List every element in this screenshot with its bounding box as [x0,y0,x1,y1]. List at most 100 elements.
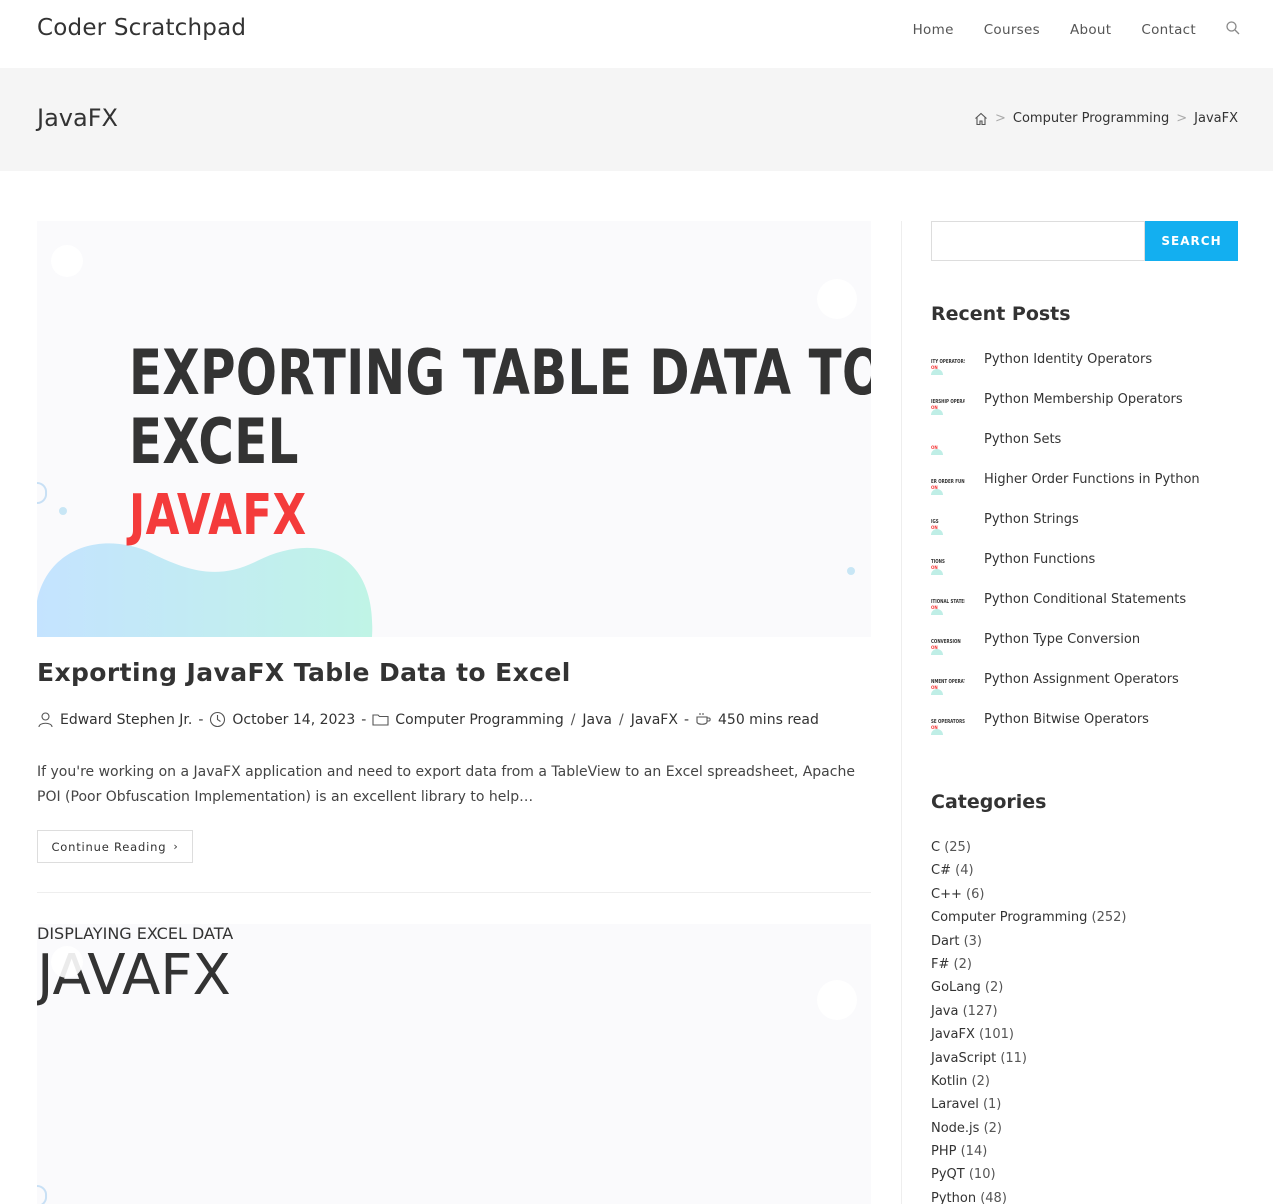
nav-about[interactable]: About [1070,22,1111,38]
post-featured-image[interactable]: DISPLAYING EXCEL DATA JAVAFX [37,924,871,1204]
continue-reading-button[interactable]: Continue Reading › [37,830,193,863]
category-link[interactable]: Computer Programming [931,910,1087,925]
category-link[interactable]: Laravel [931,1097,979,1112]
breadcrumb-separator: > [1176,111,1188,126]
category-count: (4) [955,863,974,879]
category-item: Dart (3) [931,934,1238,957]
breadcrumb-computer-programming[interactable]: Computer Programming [1013,111,1169,126]
thumbnail-blob [931,729,943,735]
category-link[interactable]: C++ [931,887,962,902]
breadcrumb-current: JavaFX [1194,111,1238,126]
category-link[interactable]: C [931,840,940,855]
category-link[interactable]: Python [931,1191,976,1204]
category-count: (10) [968,1167,996,1183]
category-item: Computer Programming (252) [931,910,1238,933]
category-item: Python (48) [931,1191,1238,1204]
category-link[interactable]: JavaScript [931,1051,996,1066]
recent-post-link[interactable]: Python Functions [984,552,1095,567]
category-count: (2) [953,956,972,972]
category-link[interactable]: Kotlin [931,1074,967,1089]
post-category-link[interactable]: JavaFX [631,712,678,728]
recent-post-link[interactable]: Python Sets [984,432,1061,447]
clock-icon [210,711,226,728]
recent-post-link[interactable]: Python Identity Operators [984,352,1152,367]
recent-post-item[interactable]: ER ORDER FUNCTIONSON Higher Order Functio… [931,469,1238,509]
recent-post-link[interactable]: Python Membership Operators [984,392,1183,407]
category-count: (101) [978,1027,1014,1043]
category-link[interactable]: F# [931,957,949,972]
recent-post-item[interactable]: SE OPERATORS ON Python Bitwise Operators [931,709,1238,749]
recent-post-item[interactable]: TIONS ON Python Functions [931,549,1238,589]
recent-post-thumbnail[interactable]: ON [931,435,973,469]
recent-post-item[interactable]: NMENT OPERATORSON Python Assignment Opera… [931,669,1238,709]
sidebar-divider [901,221,902,1204]
recent-post-link[interactable]: Python Bitwise Operators [984,712,1149,727]
post-title[interactable]: Exporting JavaFX Table Data to Excel [37,658,571,687]
thumbnail-blob [931,689,943,695]
category-item: GoLang (2) [931,980,1238,1003]
folder-icon [372,714,389,726]
recent-post-thumbnail[interactable]: CONVERSION ON [931,635,973,669]
meta-separator: - [683,711,689,728]
recent-post-thumbnail[interactable]: IGS ON [931,515,973,549]
decorative-shapes [37,946,857,1204]
category-link[interactable]: Dart [931,934,959,949]
recent-post-thumbnail[interactable]: SE OPERATORS ON [931,715,973,749]
post-category-link[interactable]: Computer Programming [395,712,563,728]
recent-post-link[interactable]: Python Strings [984,512,1079,527]
recent-post-thumbnail[interactable]: ITY OPERATORS ON [931,355,973,389]
coffee-cup-icon [696,713,711,725]
thumbnail-blob [931,409,943,415]
recent-post-item[interactable]: ITIONAL STATEMENTON Python Conditional St… [931,589,1238,629]
recent-post-link[interactable]: Python Type Conversion [984,632,1140,647]
category-count: (48) [980,1190,1007,1204]
recent-post-item[interactable]: CONVERSION ON Python Type Conversion [931,629,1238,669]
search-icon[interactable] [1226,21,1240,35]
post-author[interactable]: Edward Stephen Jr. [60,712,192,728]
recent-post-thumbnail[interactable]: NMENT OPERATORSON [931,675,973,709]
recent-post-thumbnail[interactable]: TIONS ON [931,555,973,589]
recent-post-link[interactable]: Python Assignment Operators [984,672,1179,687]
category-count: (2) [983,1120,1003,1136]
recent-post-link[interactable]: Higher Order Functions in Python [984,472,1200,487]
category-link[interactable]: JavaFX [931,1027,975,1042]
site-title[interactable]: Coder Scratchpad [37,15,246,41]
search-input[interactable] [931,221,1145,261]
nav-contact[interactable]: Contact [1141,22,1196,38]
nav-home[interactable]: Home [913,22,954,38]
thumbnail-blob [931,569,943,575]
recent-post-thumbnail[interactable]: ER ORDER FUNCTIONSON [931,475,973,509]
post-divider [37,892,871,893]
category-item: C++ (6) [931,887,1238,910]
main-nav: Home Courses About Contact [883,21,1240,38]
post-read-time: 450 mins read [718,711,819,728]
category-item: Java (127) [931,1004,1238,1027]
recent-post-item[interactable]: IERSHIP OPERATORSON Python Membership Ope… [931,389,1238,429]
recent-post-item[interactable]: IGS ON Python Strings [931,509,1238,549]
recent-post-thumbnail[interactable]: IERSHIP OPERATORSON [931,395,973,429]
category-link[interactable]: PyQT [931,1167,965,1182]
recent-post-link[interactable]: Python Conditional Statements [984,592,1186,607]
recent-posts-list: ITY OPERATORS ON Python Identity Operators… [931,349,1238,749]
category-separator: / [619,711,624,728]
recent-post-item[interactable]: ITY OPERATORS ON Python Identity Operators [931,349,1238,389]
post-category-link[interactable]: Java [582,712,612,728]
category-count: (252) [1091,910,1127,926]
category-link[interactable]: PHP [931,1144,956,1159]
thumbnail-blob [931,369,943,375]
post-featured-image[interactable]: EXPORTING TABLE DATA TO EXCEL JAVAFX [37,221,871,637]
category-link[interactable]: Node.js [931,1121,979,1136]
home-icon[interactable] [974,112,988,126]
nav-courses[interactable]: Courses [984,22,1040,38]
post-date: October 14, 2023 [232,711,356,728]
category-item: C# (4) [931,863,1238,886]
category-item: Kotlin (2) [931,1074,1238,1097]
search-button[interactable]: SEARCH [1145,221,1238,261]
recent-post-item[interactable]: ON Python Sets [931,429,1238,469]
category-item: PHP (14) [931,1144,1238,1167]
category-link[interactable]: C# [931,863,951,878]
category-count: (2) [984,980,1004,996]
category-link[interactable]: GoLang [931,980,981,995]
category-link[interactable]: Java [931,1004,958,1019]
recent-post-thumbnail[interactable]: ITIONAL STATEMENTON [931,595,973,629]
